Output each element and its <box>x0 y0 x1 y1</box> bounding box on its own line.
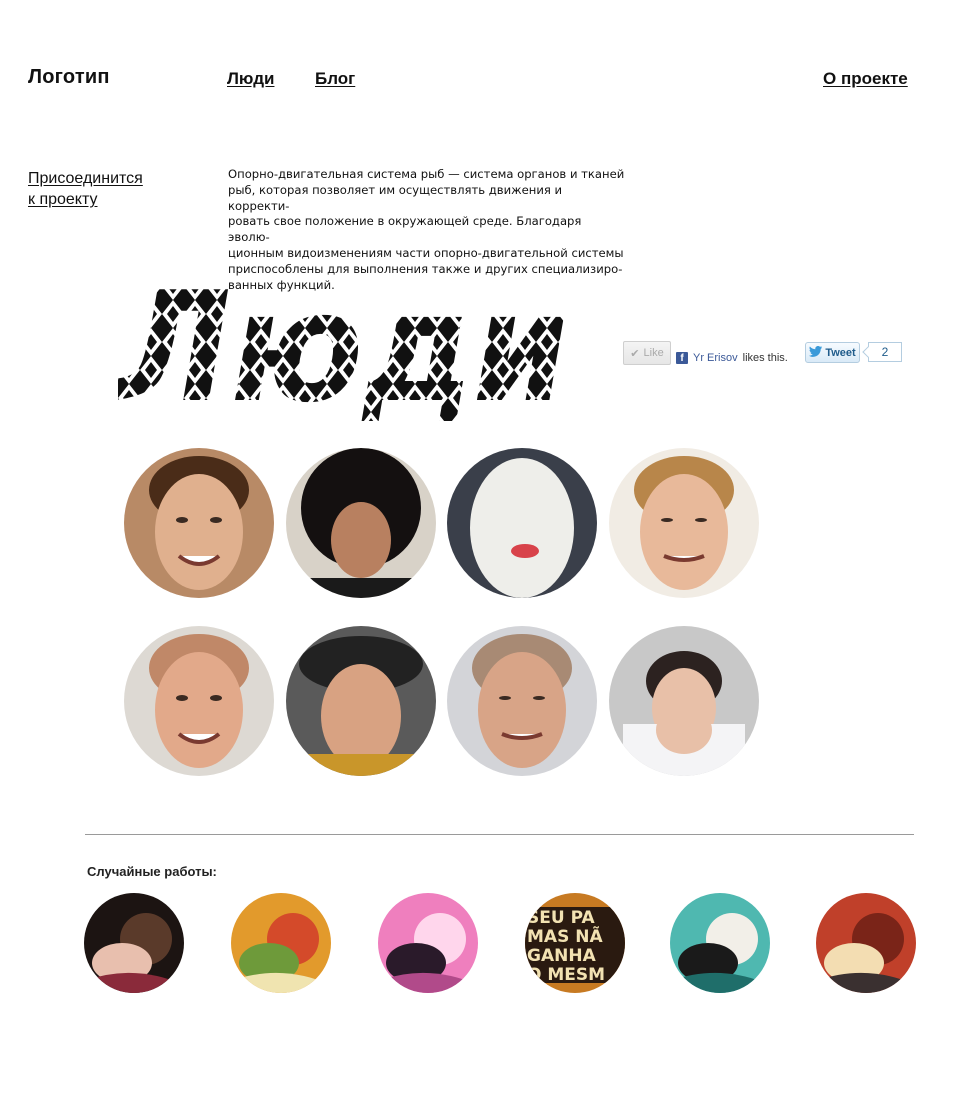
random-work-4[interactable]: SEU PA MAS NÃ GANHA O MESM <box>525 893 625 993</box>
person-avatar-3[interactable] <box>447 448 597 598</box>
random-work-3[interactable] <box>378 893 478 993</box>
random-works-title: Случайные работы: <box>87 864 217 879</box>
paper-cutout-portrait <box>609 626 759 776</box>
page-title-text: Люди <box>118 272 568 432</box>
like-label: Like <box>643 347 664 359</box>
twitter-bird-icon <box>809 345 823 360</box>
comic-redhead-artwork <box>816 893 916 993</box>
person-avatar-2[interactable] <box>286 448 436 598</box>
squinting-man-portrait <box>124 626 274 776</box>
artwork-lettering-line: SEU PA <box>527 908 595 928</box>
tweet-count-badge: 2 <box>868 342 902 362</box>
like-suffix: likes this. <box>742 351 788 364</box>
nav-link-blog[interactable]: Блог <box>315 69 355 89</box>
artwork-lettering-line: GANHA <box>527 946 597 966</box>
person-avatar-7[interactable] <box>447 626 597 776</box>
tweet-button[interactable]: Tweet <box>805 342 860 363</box>
person-avatar-1[interactable] <box>124 448 274 598</box>
check-icon: ✔ <box>630 347 640 360</box>
logo[interactable]: Логотип <box>28 66 110 89</box>
lettering-poster-artwork: SEU PAMAS NÃGANHAO MESM <box>525 893 625 993</box>
patterned-title-graphic: Люди <box>118 272 568 432</box>
person-avatar-5[interactable] <box>124 626 274 776</box>
like-user[interactable]: Yr Erisov <box>693 352 738 364</box>
tweet-count: 2 <box>881 345 889 359</box>
facebook-like-button[interactable]: ✔ Like <box>623 341 671 365</box>
kissing-couple-artwork <box>670 893 770 993</box>
join-line-2: к проекту <box>28 191 98 208</box>
intro-line: ционным видоизменениям части опорно-двиг… <box>228 245 624 260</box>
painted-woman-artwork <box>84 893 184 993</box>
join-project-link[interactable]: Присоединится к проекту <box>28 168 168 210</box>
section-divider <box>85 834 914 835</box>
masked-face-portrait <box>447 448 597 598</box>
person-avatar-4[interactable] <box>609 448 759 598</box>
afro-man-portrait <box>286 448 436 598</box>
person-avatar-8[interactable] <box>609 626 759 776</box>
hat-man-portrait <box>286 626 436 776</box>
random-work-2[interactable] <box>231 893 331 993</box>
vegetables-painting-artwork <box>231 893 331 993</box>
random-work-5[interactable] <box>670 893 770 993</box>
tongue-man-portrait <box>447 626 597 776</box>
artwork-lettering-line: MAS NÃ <box>527 924 603 947</box>
random-work-1[interactable] <box>84 893 184 993</box>
person-avatar-6[interactable] <box>286 626 436 776</box>
grimacing-man-portrait <box>609 448 759 598</box>
facebook-icon: f <box>676 351 688 364</box>
intro-line: рыб, которая позволяет им осуществлять д… <box>228 182 563 213</box>
nav-link-people[interactable]: Люди <box>227 69 274 89</box>
pink-3d-artwork <box>378 893 478 993</box>
tweet-label: Tweet <box>825 346 856 359</box>
page-title: Люди <box>118 272 588 432</box>
artwork-lettering-line: O MESM <box>527 965 605 985</box>
random-work-6[interactable] <box>816 893 916 993</box>
join-line-1: Присоединится <box>28 170 143 187</box>
smiling-man-portrait <box>124 448 274 598</box>
intro-line: Опорно-двигательная система рыб — систем… <box>228 167 625 181</box>
intro-line: ровать свое положение в окружающей среде… <box>228 214 582 245</box>
nav-link-about[interactable]: О проекте <box>823 69 908 89</box>
like-summary: f Yr Erisov likes this. <box>676 346 788 369</box>
